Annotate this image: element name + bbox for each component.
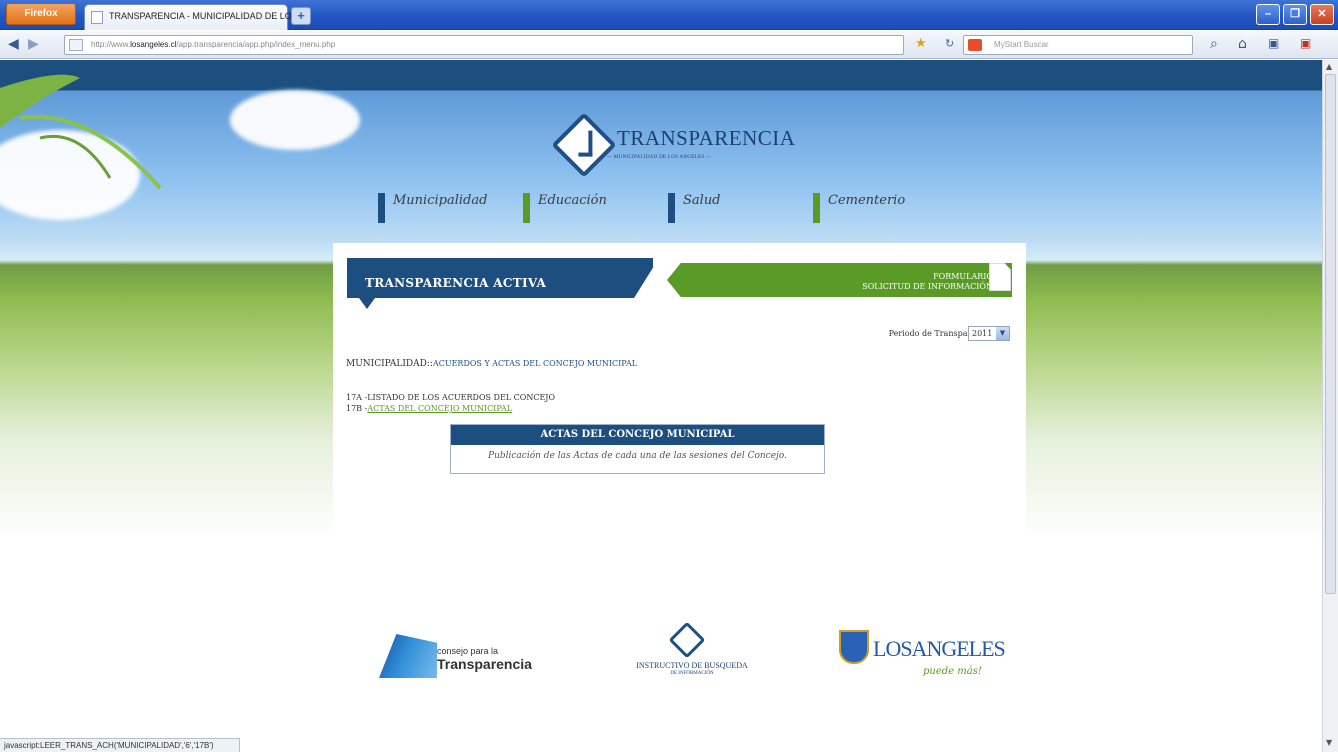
logo1-line1: consejo para la — [437, 646, 499, 656]
browser-navbar: ◀ ▶ http://www.losangeles.cl/app.transpa… — [0, 31, 1338, 59]
search-icon[interactable]: ⌕ — [1210, 36, 1218, 52]
instructivo-busqueda-logo[interactable]: INSTRUCTIVO DE BUSQUEDA DE INFORMACIÓN — [607, 621, 777, 679]
nav-label: Municipalidad — [393, 193, 488, 208]
scrollbar-thumb[interactable] — [1325, 74, 1336, 594]
formulario-label[interactable]: FORMULARIO — [893, 272, 993, 281]
scroll-down-icon[interactable]: ▼ — [1326, 738, 1332, 747]
page-favicon-icon — [91, 11, 103, 24]
banner-title: TRANSPARENCIA ACTIVA — [365, 276, 547, 290]
periodo-value: 2011 — [972, 329, 993, 338]
nav-label: Educación — [538, 193, 607, 208]
cloud-decoration — [230, 90, 360, 150]
back-arrow-icon[interactable]: ◀ — [8, 36, 19, 52]
logo-name: TRANSPARENCIA — [617, 126, 796, 150]
breadcrumb-root: MUNICIPALIDAD — [346, 359, 427, 369]
search-engine-icon[interactable] — [968, 39, 982, 51]
nav-marker — [668, 193, 675, 223]
chevron-down-icon[interactable]: ▼ — [996, 327, 1009, 340]
consejo-logo-shape — [379, 634, 437, 678]
transparencia-logo[interactable]: TRANSPARENCIA — MUNICIPALIDAD DE LOS ANG… — [551, 112, 795, 178]
url-domain: losangeles.cl — [130, 40, 177, 49]
forward-arrow-icon[interactable]: ▶ — [28, 36, 39, 52]
checkmark-icon — [551, 112, 617, 178]
breadcrumb-link[interactable]: ACUERDOS Y ACTAS DEL CONCEJO MUNICIPAL — [433, 359, 637, 368]
banner-pointer — [359, 298, 375, 309]
tooltip: ACTAS DEL CONCEJO MUNICIPAL Publicación … — [450, 424, 825, 474]
home-icon[interactable]: ⌂ — [1238, 36, 1247, 52]
logo3-line2: puede más! — [923, 666, 982, 677]
tab-title: TRANSPARENCIA - MUNICIPALIDAD DE LOS... — [109, 11, 306, 21]
nav-label: Cementerio — [828, 193, 906, 208]
logo2-line2: DE INFORMACIÓN — [670, 671, 714, 676]
browser-titlebar: Firefox TRANSPARENCIA - MUNICIPALIDAD DE… — [0, 0, 1338, 30]
status-bar: javascript:LEER_TRANS_ACH('MUNICIPALIDAD… — [0, 738, 240, 752]
url-bar[interactable]: http://www.losangeles.cl/app.transparenc… — [64, 35, 904, 55]
logo2-line1: INSTRUCTIVO DE BUSQUEDA — [636, 661, 748, 670]
nav-marker — [523, 193, 530, 223]
maximize-button[interactable]: ❐ — [1283, 4, 1307, 25]
reload-icon[interactable]: ↻ — [945, 37, 954, 50]
solicitud-label[interactable]: SOLICITUD DE INFORMACIÓN — [813, 282, 993, 291]
search-placeholder: MyStart Buscar — [994, 40, 1049, 49]
addon-icon[interactable]: ▣ — [1300, 36, 1311, 50]
item-17b-link[interactable]: ACTAS DEL CONCEJO MUNICIPAL — [367, 404, 512, 413]
breadcrumb: MUNICIPALIDAD::ACUERDOS Y ACTAS DEL CONC… — [346, 359, 637, 369]
bookmark-star-icon[interactable]: ★ — [915, 36, 927, 51]
periodo-label: Periodo de Transparencia — [888, 329, 993, 338]
item-17b-prefix: 17B - — [346, 404, 368, 413]
consejo-transparencia-logo[interactable]: consejo para la Transparencia — [379, 628, 549, 680]
nav-label: Salud — [683, 193, 721, 208]
content-panel: TRANSPARENCIA ACTIVA FORMULARIO SOLICITU… — [333, 243, 1026, 673]
periodo-select[interactable]: 2011 ▼ — [968, 326, 1010, 341]
firefox-menu-button[interactable]: Firefox — [6, 3, 76, 25]
los-angeles-logo[interactable]: LOSANGELES puede más! — [835, 622, 1006, 680]
crest-icon — [839, 630, 869, 664]
document-icon[interactable] — [989, 263, 1011, 291]
item-17a[interactable]: 17A -LISTADO DE LOS ACUERDOS DEL CONCEJO — [346, 393, 555, 402]
logo-subtitle: — MUNICIPALIDAD DE LOS ANGELES — — [607, 155, 712, 160]
new-tab-button[interactable]: + — [291, 7, 311, 25]
vertical-scrollbar[interactable]: ▲ ▼ — [1322, 60, 1338, 752]
nav-marker — [813, 193, 820, 223]
browser-tab[interactable]: TRANSPARENCIA - MUNICIPALIDAD DE LOS... — [84, 4, 305, 30]
tooltip-title: ACTAS DEL CONCEJO MUNICIPAL — [451, 425, 824, 445]
tooltip-body: Publicación de las Actas de cada una de … — [488, 451, 787, 461]
item-17b: 17B -ACTAS DEL CONCEJO MUNICIPAL — [346, 404, 512, 413]
search-input[interactable]: MyStart Buscar — [963, 35, 1193, 55]
page-icon — [69, 39, 83, 51]
leaf-decoration — [0, 74, 162, 190]
logo1-line2: Transparencia — [437, 656, 532, 672]
nav-marker — [378, 193, 385, 223]
close-window-button[interactable]: ✕ — [1310, 4, 1334, 25]
toolbar-menu-icon[interactable]: ▣ — [1268, 36, 1279, 50]
checkmark-icon — [668, 621, 706, 659]
logo3-line1: LOSANGELES — [873, 636, 1006, 661]
scroll-up-icon[interactable]: ▲ — [1326, 62, 1332, 71]
minimize-button[interactable]: – — [1256, 4, 1280, 25]
